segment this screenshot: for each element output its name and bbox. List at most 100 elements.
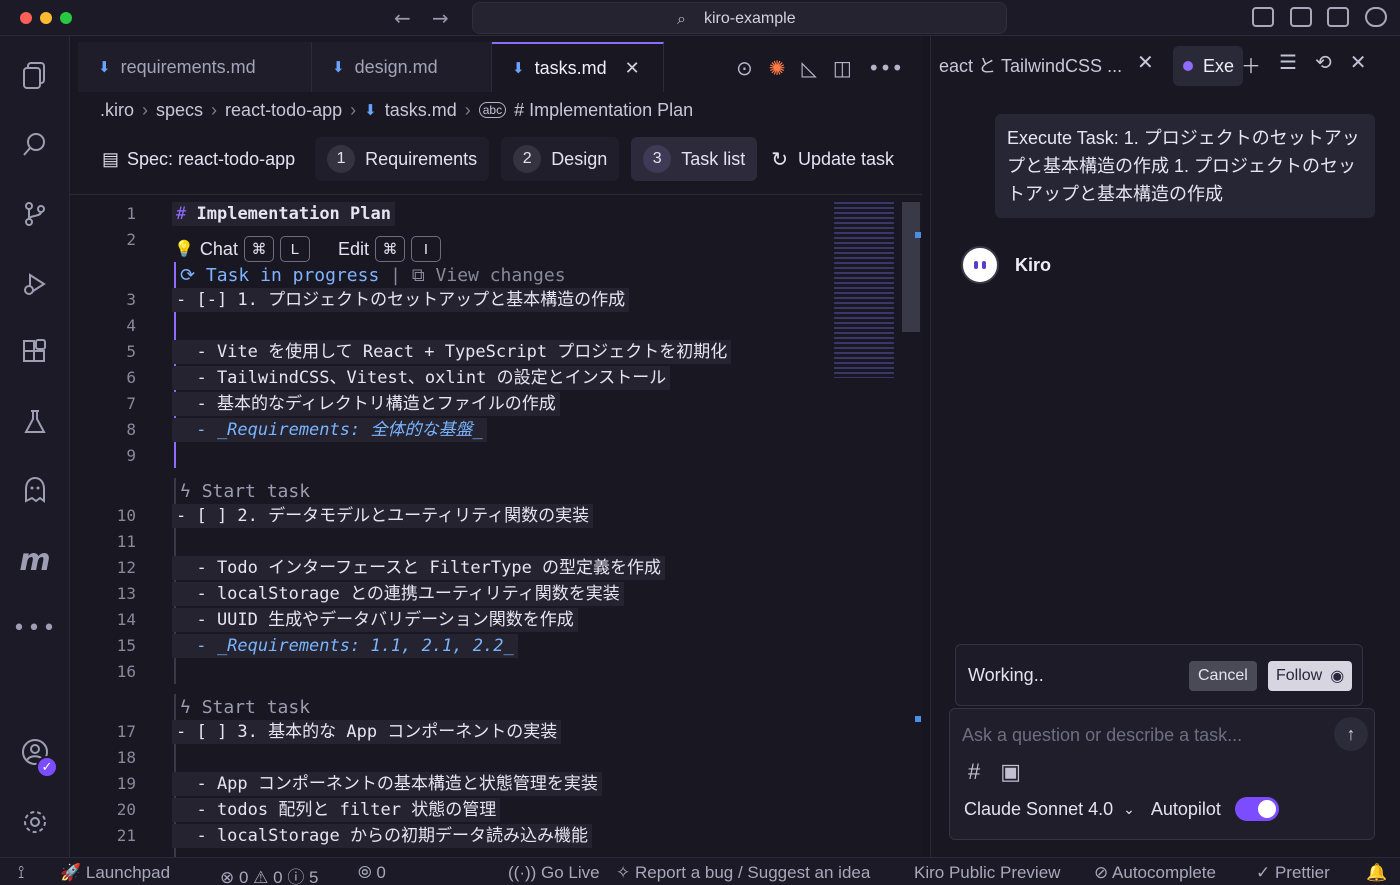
- close-window-button[interactable]: [20, 12, 32, 24]
- settings-gear-icon[interactable]: [17, 804, 53, 840]
- model-selector[interactable]: Claude Sonnet 4.0: [964, 799, 1113, 820]
- send-button[interactable]: ↑: [1334, 717, 1368, 751]
- tab-requirements[interactable]: ⬇ requirements.md: [78, 42, 312, 92]
- search-icon[interactable]: [17, 126, 53, 162]
- explorer-icon[interactable]: [17, 58, 53, 94]
- run-debug-icon[interactable]: [17, 266, 53, 302]
- breadcrumb-item[interactable]: react-todo-app: [225, 100, 342, 121]
- extensions-icon[interactable]: [17, 334, 53, 370]
- step-label: Task list: [681, 148, 746, 169]
- document-icon: ▤: [102, 148, 120, 169]
- line-number: 13: [116, 584, 136, 603]
- cancel-button[interactable]: Cancel: [1189, 661, 1257, 691]
- step-number: 1: [327, 145, 356, 173]
- toggle-panel-icon[interactable]: [1327, 7, 1349, 27]
- search-icon: ⌕: [677, 9, 686, 28]
- go-live-item[interactable]: ((·)) Go Live: [508, 863, 600, 883]
- back-arrow-icon[interactable]: ←: [394, 6, 411, 30]
- start-task-lens[interactable]: ϟ Start task: [180, 480, 310, 504]
- follow-button[interactable]: Follow ◉: [1268, 661, 1353, 691]
- line-number: 17: [116, 722, 136, 741]
- lens-label: Task in progress: [205, 265, 380, 286]
- update-tasks-button[interactable]: ↻ Update task: [769, 147, 894, 172]
- chevron-right-icon: ›: [211, 99, 218, 120]
- task-in-progress-lens[interactable]: ⟳ Task in progress | ⧉ View changes: [180, 264, 566, 288]
- preview-item[interactable]: Kiro Public Preview: [914, 863, 1060, 883]
- command-center-search[interactable]: ⌕ kiro-example: [472, 2, 1007, 34]
- chat-tab-execute[interactable]: Exe: [1173, 46, 1243, 86]
- breadcrumb-item[interactable]: specs: [156, 100, 203, 121]
- report-bug-item[interactable]: ✧ Report a bug / Suggest an idea: [616, 863, 870, 883]
- autopilot-toggle[interactable]: [1234, 797, 1279, 821]
- image-attach-icon[interactable]: ▣: [1000, 759, 1021, 785]
- vertical-scrollbar[interactable]: [902, 202, 920, 332]
- spec-step-requirements[interactable]: 1 Requirements: [315, 137, 490, 181]
- context-hash-icon[interactable]: #: [968, 759, 980, 785]
- edit-hint-label[interactable]: Edit: [338, 239, 369, 260]
- tab-design[interactable]: ⬇ design.md: [312, 42, 492, 92]
- line-number: 9: [126, 446, 136, 465]
- line-number: 8: [126, 420, 136, 439]
- markdown-file-icon: ⬇: [332, 59, 345, 76]
- more-icon[interactable]: •••: [13, 610, 56, 646]
- minimize-window-button[interactable]: [40, 12, 52, 24]
- line-number: 18: [116, 748, 136, 767]
- spec-step-task-list[interactable]: 3 Task list: [631, 137, 758, 181]
- customize-layout-icon[interactable]: [1252, 7, 1274, 27]
- chat-actions: ＋ ☰ ⟲ ✕: [1241, 50, 1366, 79]
- view-changes-link[interactable]: View changes: [436, 265, 566, 286]
- line-number: 10: [116, 506, 136, 525]
- close-panel-icon[interactable]: ✕: [1350, 50, 1367, 79]
- step-label: Design: [551, 148, 608, 169]
- chevron-down-icon[interactable]: ⌄: [1123, 801, 1135, 818]
- maximize-window-button[interactable]: [60, 12, 72, 24]
- start-task-lens[interactable]: ϟ Start task: [180, 696, 310, 720]
- close-tab-icon[interactable]: ✕: [1137, 50, 1154, 75]
- scroll-marker: [915, 232, 921, 238]
- code-editor[interactable]: 1 # Implementation Plan 2 💡 Chat ⌘ L Edi…: [70, 196, 900, 857]
- chat-hint-label[interactable]: Chat: [200, 239, 238, 260]
- chat-tab-previous[interactable]: eact と TailwindCSS ...: [939, 52, 1122, 78]
- toggle-chat-icon[interactable]: [1365, 7, 1387, 27]
- remote-icon[interactable]: ⟟: [18, 863, 24, 883]
- minimap[interactable]: [834, 202, 894, 378]
- breadcrumb-item[interactable]: # Implementation Plan: [514, 100, 693, 121]
- breadcrumb-item[interactable]: .kiro: [100, 100, 134, 121]
- compare-icon[interactable]: ◺: [802, 56, 817, 80]
- new-chat-plus-icon[interactable]: ＋: [1241, 50, 1261, 79]
- problems-item[interactable]: ⊗ 0 ⚠ 0 ⓘ 5: [220, 863, 319, 885]
- refresh-icon: ↻: [771, 148, 788, 171]
- session-list-icon[interactable]: ☰: [1279, 50, 1297, 79]
- code-line: - UUID 生成やデータバリデーション関数を作成: [172, 608, 578, 632]
- testing-flask-icon[interactable]: [17, 404, 53, 440]
- toggle-primary-sidebar-icon[interactable]: [1290, 7, 1312, 27]
- tab-label: design.md: [354, 56, 438, 77]
- prettier-item[interactable]: ✓ Prettier: [1256, 863, 1330, 883]
- autocomplete-item[interactable]: ⊘ Autocomplete: [1094, 863, 1216, 883]
- split-editor-icon[interactable]: ◫: [833, 56, 852, 80]
- preview-icon[interactable]: ⊙: [736, 56, 753, 80]
- notifications-bell-icon[interactable]: 🔔: [1366, 863, 1387, 883]
- history-icon[interactable]: ⟲: [1315, 50, 1332, 79]
- code-line: - 基本的なディレクトリ構造とファイルの作成: [172, 392, 560, 416]
- tab-label: tasks.md: [534, 57, 607, 78]
- forward-arrow-icon[interactable]: →: [432, 6, 449, 30]
- launchpad-item[interactable]: 🚀 Launchpad: [60, 863, 170, 883]
- more-actions-icon[interactable]: •••: [868, 56, 903, 80]
- ports-item[interactable]: ⦾ 0: [358, 863, 386, 883]
- title-bar: ← → ⌕ kiro-example: [0, 0, 1400, 36]
- spec-step-design[interactable]: 2 Design: [501, 137, 620, 181]
- update-label: Update task: [798, 148, 895, 169]
- lightbulb-icon[interactable]: 💡: [174, 239, 194, 259]
- chat-input[interactable]: Ask a question or describe a task...: [962, 725, 1242, 746]
- kiro-spark-icon[interactable]: ✺: [769, 56, 786, 80]
- tab-tasks[interactable]: ⬇ tasks.md ✕: [492, 42, 664, 92]
- source-control-icon[interactable]: [17, 196, 53, 232]
- line-number: 15: [116, 636, 136, 655]
- kiro-ghost-icon[interactable]: [17, 472, 53, 508]
- breadcrumb-item[interactable]: tasks.md: [385, 100, 457, 121]
- m-extension-icon[interactable]: m: [17, 542, 53, 578]
- key-cmd: ⌘: [374, 236, 405, 262]
- spec-label: ▤ Spec: react-todo-app: [92, 137, 303, 181]
- close-tab-icon[interactable]: ✕: [625, 58, 640, 79]
